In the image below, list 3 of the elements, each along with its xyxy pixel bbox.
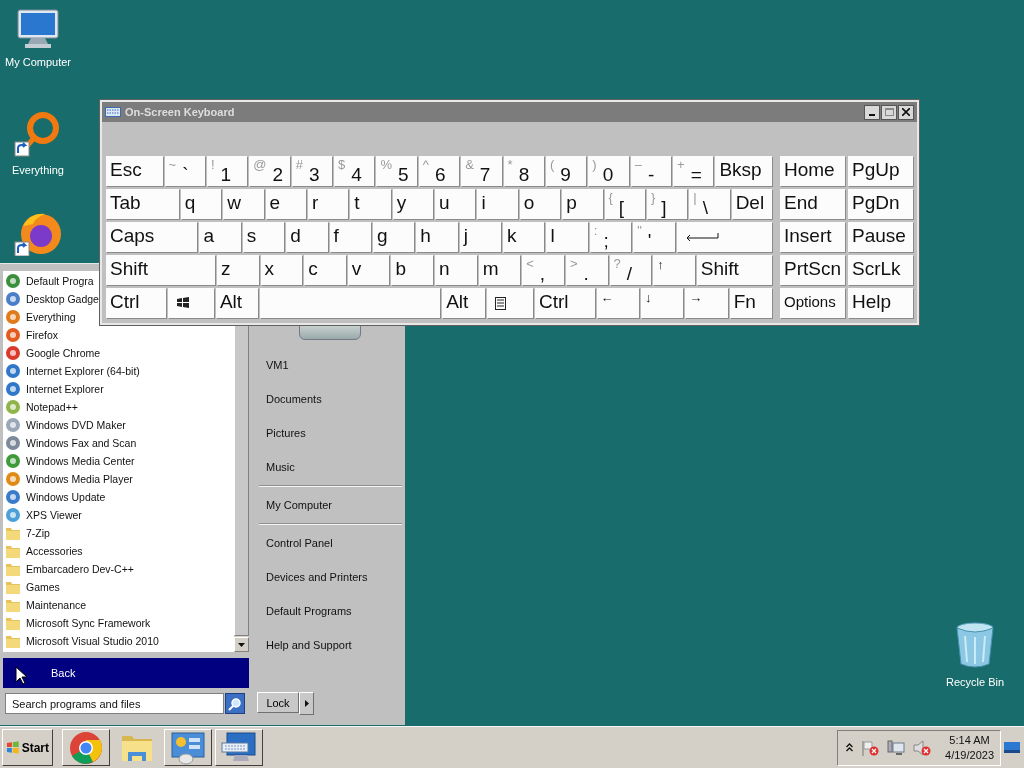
clock-date: 4/19/2023 [945,749,994,761]
window-title: On-Screen Keyboard [125,106,236,118]
clock-time: 5:14 AM [949,734,990,746]
